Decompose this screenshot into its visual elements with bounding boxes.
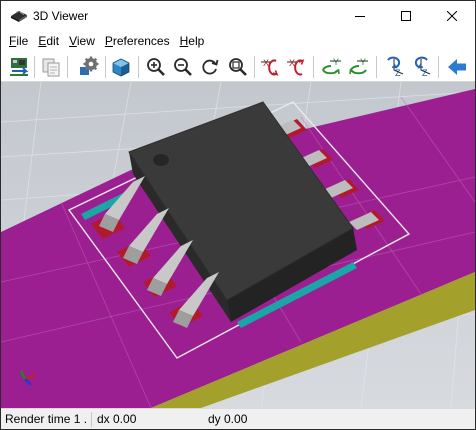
svg-text:X: X xyxy=(289,58,295,68)
zoom-out-button[interactable] xyxy=(171,55,195,79)
rotate-y-cw-button[interactable]: Y xyxy=(319,55,343,79)
move-left-icon xyxy=(448,59,466,75)
status-bar: Render time 1 ... dx 0.00 dy 0.00 xyxy=(1,408,475,429)
menu-preferences[interactable]: Preferences xyxy=(101,31,174,52)
menu-file[interactable]: File xyxy=(5,31,32,52)
raytracing-toggle-button[interactable] xyxy=(109,55,133,79)
render-time-label: Render time 1 ... xyxy=(5,412,87,426)
render-settings-icon xyxy=(80,56,99,75)
copy-image-button[interactable] xyxy=(39,55,63,79)
menu-help[interactable]: Help xyxy=(176,31,209,52)
copy-image-icon xyxy=(42,58,60,77)
menu-edit[interactable]: Edit xyxy=(34,31,63,52)
minimize-button[interactable] xyxy=(337,1,383,31)
rotate-y-ccw-icon: Y xyxy=(349,57,368,75)
rotate-x-cw-button[interactable]: X xyxy=(259,55,283,79)
reload-board-icon xyxy=(10,58,29,76)
toolbar: X X Y Y Z Z xyxy=(1,52,475,82)
zoom-in-button[interactable] xyxy=(144,55,168,79)
menu-bar: File Edit View Preferences Help xyxy=(1,31,475,52)
zoom-fit-icon xyxy=(229,58,247,76)
dx-value: dx 0.00 xyxy=(97,412,137,426)
redraw-icon xyxy=(202,59,219,75)
render-settings-button[interactable] xyxy=(77,55,101,79)
maximize-icon xyxy=(401,11,411,21)
zoom-in-icon xyxy=(147,58,165,76)
rotate-y-ccw-button[interactable]: Y xyxy=(346,55,370,79)
title-bar: 3D Viewer xyxy=(1,1,475,31)
reload-board-button[interactable] xyxy=(7,55,31,79)
svg-text:Y: Y xyxy=(333,57,339,67)
rotate-z-cw-icon: Z xyxy=(387,56,404,78)
3d-viewer-icon xyxy=(10,9,28,23)
rotate-z-ccw-button[interactable]: Z xyxy=(409,55,433,79)
3d-viewer-window: 3D Viewer File Edit View Preferences Hel… xyxy=(0,0,476,430)
rotate-z-ccw-icon: Z xyxy=(414,56,431,78)
3d-viewport[interactable] xyxy=(1,82,475,408)
pin1-marker xyxy=(153,154,169,166)
zoom-out-icon xyxy=(174,58,192,76)
maximize-button[interactable] xyxy=(383,1,429,31)
rotate-x-ccw-button[interactable]: X xyxy=(285,55,309,79)
raytracing-toggle-icon xyxy=(112,58,130,77)
3d-scene[interactable] xyxy=(1,82,475,408)
svg-text:X: X xyxy=(263,58,269,68)
rotate-x-ccw-icon: X xyxy=(287,58,305,76)
svg-text:Y: Y xyxy=(360,57,366,67)
menu-view[interactable]: View xyxy=(65,31,99,52)
dy-value: dy 0.00 xyxy=(208,412,248,426)
close-button[interactable] xyxy=(429,1,475,31)
zoom-fit-button[interactable] xyxy=(226,55,250,79)
close-icon xyxy=(447,11,457,21)
minimize-icon xyxy=(355,16,365,17)
window-title: 3D Viewer xyxy=(33,9,89,23)
rotate-x-cw-icon: X xyxy=(261,58,279,76)
move-left-button[interactable] xyxy=(445,55,469,79)
rotate-z-cw-button[interactable]: Z xyxy=(382,55,406,79)
rotate-y-cw-icon: Y xyxy=(322,57,341,75)
redraw-button[interactable] xyxy=(198,55,222,79)
